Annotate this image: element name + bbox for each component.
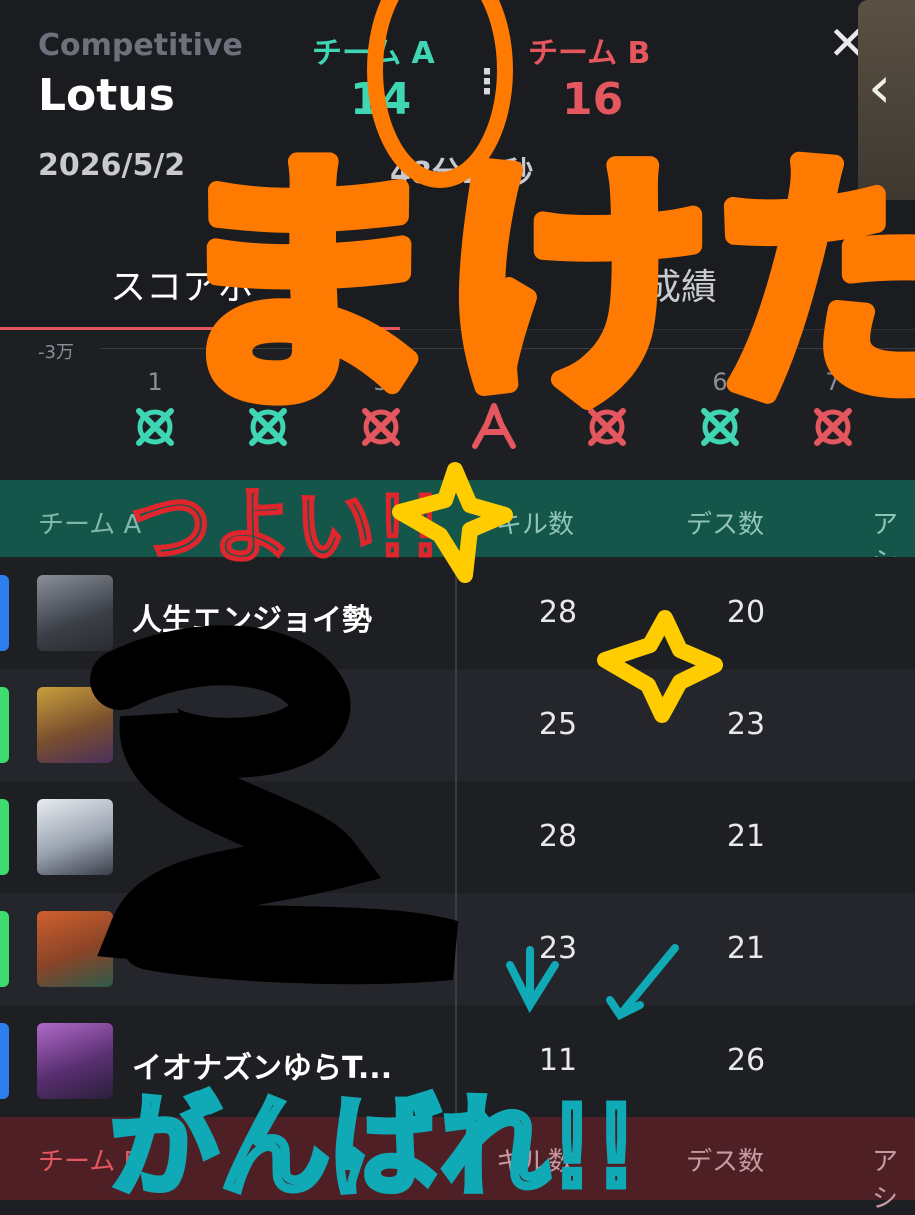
table-row[interactable]: 28 21 [0, 781, 915, 893]
defuse-icon [136, 408, 174, 446]
player-color-accent [0, 799, 9, 875]
deaths-value: 21 [726, 931, 766, 966]
kills-value: 28 [538, 595, 578, 630]
avatar [37, 911, 113, 987]
table-row[interactable]: イオナズンゆらT... 11 26 [0, 1005, 915, 1117]
game-mode: Competitive [38, 28, 243, 63]
kills-column-header-b[interactable]: キル数 [496, 1141, 574, 1178]
deaths-value: 23 [726, 707, 766, 742]
team-a-header-bar: チーム A キル数 デス数 アシ [0, 480, 915, 577]
defuse-icon [814, 408, 852, 446]
team-b-score: 16 [562, 74, 624, 125]
round-number: 4 [486, 368, 502, 396]
deaths-value: 21 [726, 819, 766, 854]
player-name: 人生エンジョイ勢 [132, 603, 372, 638]
tab-stats[interactable]: 成績 [645, 258, 717, 310]
avatar [37, 799, 113, 875]
avatar [37, 687, 113, 763]
kills-column-header[interactable]: キル数 [496, 504, 574, 541]
round-number: 1 [147, 368, 163, 396]
side-panel-toggle[interactable]: ‹ [858, 0, 915, 200]
defuse-icon [249, 408, 287, 446]
defuse-icon [588, 408, 626, 446]
player-color-accent [0, 687, 9, 763]
team-b-header-bar: チーム B キル数 デス数 アシ [0, 1117, 915, 1214]
player-color-accent [0, 1023, 9, 1099]
tab-scoreboard[interactable]: スコアボード [110, 258, 326, 310]
assists-column-header-b[interactable]: アシ [872, 1141, 915, 1215]
match-duration: 48分24秒 [390, 156, 534, 191]
defuse-icon [701, 408, 739, 446]
team-a-score: 14 [350, 74, 412, 125]
column-divider [455, 557, 457, 1117]
player-color-accent [0, 911, 9, 987]
team-a-header-label: チーム A [38, 510, 142, 540]
kills-value: 23 [538, 931, 578, 966]
deaths-column-header-b[interactable]: デス数 [686, 1141, 764, 1178]
team-a-label: チーム A [312, 36, 435, 71]
avatar [37, 575, 113, 651]
kills-value: 25 [538, 707, 578, 742]
table-row[interactable]: 人生エンジョイ勢 28 20 [0, 557, 915, 669]
more-options-icon[interactable]: ⋮ [470, 62, 504, 102]
round-number: 5 [599, 368, 615, 396]
round-number: 7 [825, 368, 841, 396]
map-name: Lotus [38, 70, 175, 121]
y-axis-gridline [100, 348, 915, 349]
team-b-label: チーム B [528, 36, 651, 71]
round-number: 3 [373, 368, 389, 396]
round-number: 6 [712, 368, 728, 396]
deaths-value: 26 [726, 1043, 766, 1078]
player-name: イオナズンゆらT... [132, 1051, 393, 1086]
chevron-left-icon: ‹ [868, 53, 892, 121]
deaths-column-header[interactable]: デス数 [686, 504, 764, 541]
defuse-icon [362, 408, 400, 446]
match-date: 2026/5/2 [38, 148, 186, 183]
player-color-accent [0, 575, 9, 651]
kills-value: 28 [538, 819, 578, 854]
avatar [37, 1023, 113, 1099]
elimination-icon [472, 403, 516, 449]
team-b-header-label: チーム B [38, 1147, 142, 1177]
y-axis-label: -3万 [38, 342, 74, 363]
table-row[interactable]: 23 21 [0, 893, 915, 1005]
round-number: 2 [260, 368, 276, 396]
deaths-value: 20 [726, 595, 766, 630]
active-tab-indicator [0, 327, 400, 330]
table-row[interactable]: 25 23 [0, 669, 915, 781]
kills-value: 11 [538, 1043, 578, 1078]
